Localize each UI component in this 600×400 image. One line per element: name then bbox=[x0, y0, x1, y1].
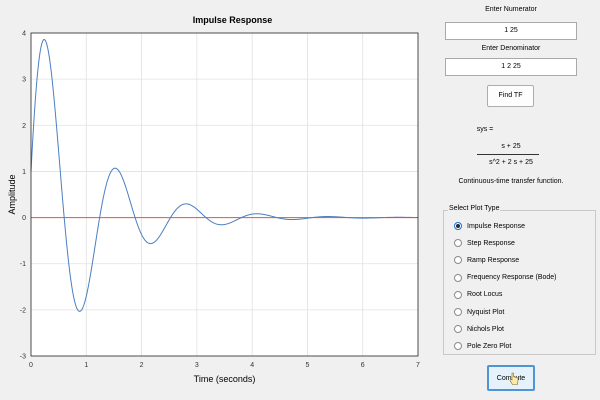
plot-type-group-title: Select Plot Type bbox=[448, 205, 501, 212]
tf-fraction-bar bbox=[477, 154, 539, 155]
x-tick-label: 5 bbox=[305, 362, 309, 369]
y-axis-label: Amplitude bbox=[7, 174, 17, 214]
plot-type-option-2[interactable]: Ramp Response bbox=[454, 254, 519, 266]
plot-type-option-label: Step Response bbox=[467, 239, 515, 247]
radio-button-icon[interactable] bbox=[454, 325, 462, 334]
y-tick-label: 4 bbox=[22, 31, 26, 38]
radio-button-icon[interactable] bbox=[454, 239, 462, 248]
plot-type-option-label: Ramp Response bbox=[467, 256, 520, 264]
y-tick-label: 3 bbox=[22, 77, 26, 84]
sys-label: sys = bbox=[476, 126, 494, 133]
chart-title: Impulse Response bbox=[193, 15, 273, 25]
plot-type-option-label: Impulse Response bbox=[467, 222, 525, 230]
plot-type-option-5[interactable]: Nyquist Plot bbox=[454, 306, 504, 318]
plot-type-option-label: Root Locus bbox=[467, 291, 503, 299]
radio-button-icon[interactable] bbox=[454, 273, 462, 282]
tf-numerator: s + 25 bbox=[501, 143, 521, 150]
x-tick-label: 2 bbox=[140, 362, 144, 369]
plot-type-option-7[interactable]: Pole Zero Plot bbox=[454, 340, 511, 352]
plot-type-option-label: Pole Zero Plot bbox=[467, 342, 512, 350]
plot-type-group: Select Plot Type Impulse Response Step Re… bbox=[443, 205, 596, 355]
y-tick-label: -1 bbox=[20, 261, 26, 268]
radio-button-icon[interactable] bbox=[454, 290, 462, 299]
plot-background bbox=[31, 33, 418, 356]
numerator-input[interactable]: 1 25 bbox=[445, 22, 577, 40]
x-tick-label: 7 bbox=[416, 362, 420, 369]
x-tick-label: 4 bbox=[250, 362, 254, 369]
chart-svg: 0 1 2 3 4 5 6 7 -3 -2 -1 0 1 2 3 4 Impulse Response Time … bbox=[7, 15, 420, 384]
tf-description: Continuous-time transfer function. bbox=[458, 178, 564, 185]
y-tick-label: -2 bbox=[20, 307, 26, 314]
denominator-label: Enter Denominator bbox=[481, 45, 541, 52]
x-tick-label: 3 bbox=[195, 362, 199, 369]
radio-button-icon[interactable] bbox=[454, 256, 462, 265]
plot-type-option-3[interactable]: Frequency Response (Bode) bbox=[454, 272, 557, 284]
x-tick-label: 0 bbox=[29, 362, 33, 369]
plot-type-option-0[interactable]: Impulse Response bbox=[454, 220, 525, 232]
y-tick-label: 2 bbox=[22, 123, 26, 130]
x-axis-label: Time (seconds) bbox=[194, 374, 256, 384]
radio-button-icon[interactable] bbox=[454, 222, 462, 230]
plot-type-option-label: Nichols Plot bbox=[467, 325, 504, 333]
hand-cursor-icon bbox=[509, 372, 519, 385]
radio-button-icon[interactable] bbox=[454, 308, 462, 316]
tf-denominator: s^2 + 2 s + 25 bbox=[489, 159, 533, 166]
plot-type-option-4[interactable]: Root Locus bbox=[454, 289, 502, 301]
impulse-response-plot: 0 1 2 3 4 5 6 7 -3 -2 -1 0 1 2 3 4 Impulse Response Time … bbox=[0, 0, 430, 400]
radio-button-icon[interactable] bbox=[454, 342, 462, 351]
x-tick-label: 1 bbox=[84, 362, 88, 369]
y-tick-label: 0 bbox=[22, 215, 26, 222]
control-panel: Enter Numerator 1 25 Enter Denominator 1… bbox=[430, 0, 600, 400]
find-tf-button[interactable]: Find TF bbox=[487, 85, 534, 107]
plot-type-option-1[interactable]: Step Response bbox=[454, 237, 515, 249]
plot-type-option-6[interactable]: Nichols Plot bbox=[454, 323, 504, 335]
denominator-input[interactable]: 1 2 25 bbox=[445, 58, 577, 76]
numerator-label: Enter Numerator bbox=[485, 6, 537, 13]
y-tick-label: -3 bbox=[20, 354, 26, 361]
y-tick-label: 1 bbox=[22, 169, 26, 176]
plot-type-option-label: Nyquist Plot bbox=[467, 308, 505, 316]
plot-type-option-label: Frequency Response (Bode) bbox=[467, 274, 557, 282]
x-tick-label: 6 bbox=[361, 362, 365, 369]
